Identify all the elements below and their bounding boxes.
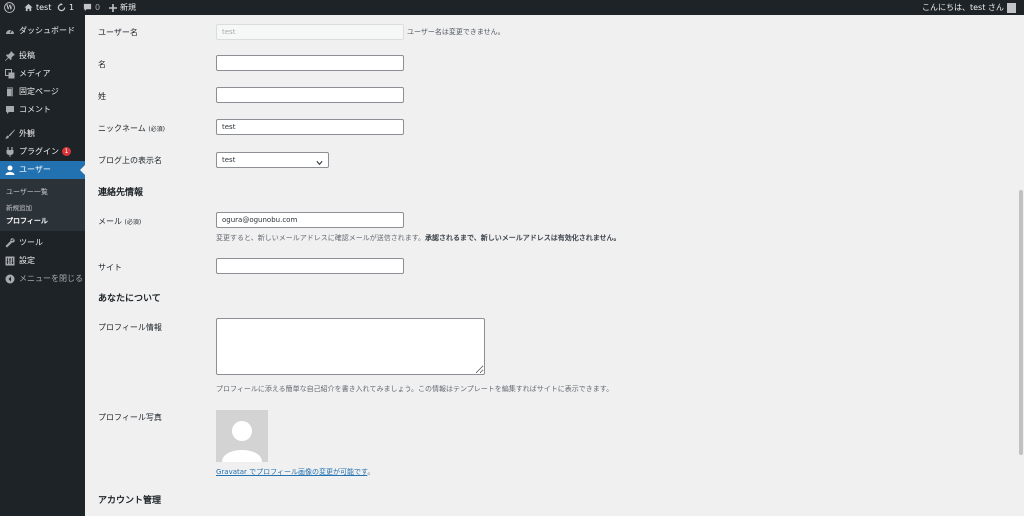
submenu-all-users[interactable]: ユーザー一覧 [6, 187, 48, 197]
first-name-label: 名 [98, 60, 106, 69]
menu-pages[interactable]: 固定ページ [0, 83, 85, 101]
menu-tools[interactable]: ツール [0, 234, 85, 252]
updates-icon [57, 3, 66, 12]
comments-link[interactable]: 0 [83, 0, 100, 15]
page-scrollbar[interactable] [1018, 15, 1024, 516]
menu-label: コメント [19, 105, 51, 114]
menu-media[interactable]: メディア [0, 65, 85, 83]
email-note-bold: 承認されるまで、新しいメールアドレスは有効化されません。 [425, 234, 621, 242]
contact-heading: 連絡先情報 [98, 188, 144, 198]
new-label: 新規 [120, 3, 136, 12]
username-label: ユーザー名 [98, 28, 138, 37]
media-icon [5, 69, 15, 79]
email-note-text: 変更すると、新しいメールアドレスに確認メールが送信されます。 [216, 234, 426, 242]
comments-count: 0 [95, 3, 101, 12]
brush-icon [5, 129, 15, 139]
menu-label: 設定 [19, 256, 35, 265]
new-content-link[interactable]: 新規 [109, 0, 136, 15]
account-heading: アカウント管理 [98, 496, 162, 506]
greeting-text: こんにちは、test さん [922, 3, 1004, 12]
site-name-link[interactable]: test [24, 0, 51, 15]
user-icon [5, 165, 15, 175]
menu-plugins[interactable]: プラグイン 1 [0, 143, 85, 161]
email-label-text: メール [98, 217, 122, 226]
settings-icon [5, 256, 15, 266]
wrench-icon [5, 238, 15, 248]
menu-dashboard[interactable]: ダッシュボード [0, 22, 85, 40]
display-name-label: ブログ上の表示名 [98, 156, 162, 165]
required-marker: (必須) [148, 126, 165, 133]
svg-text:W: W [5, 5, 13, 12]
site-label: サイト [98, 263, 122, 272]
menu-label: ユーザー [19, 165, 51, 174]
menu-label: ダッシュボード [19, 26, 75, 35]
menu-label: 投稿 [19, 51, 35, 60]
menu-posts[interactable]: 投稿 [0, 47, 85, 65]
avatar-small-icon [1006, 2, 1016, 13]
site-input[interactable] [216, 258, 404, 274]
display-name-value: test [222, 156, 236, 164]
menu-label: プラグイン [19, 147, 59, 156]
submenu-add-new[interactable]: 新規追加 [6, 202, 32, 212]
avatar-label: プロフィール写真 [98, 413, 162, 422]
bio-note: プロフィールに添える簡単な自己紹介を書き入れてみましょう。この情報はテンプレート… [216, 385, 614, 393]
scrollbar-thumb[interactable] [1019, 190, 1023, 455]
admin-bar: W test 1 0 新規 こんにちは、test さん [0, 0, 1024, 15]
bio-textarea[interactable] [216, 318, 485, 375]
plus-icon [109, 3, 117, 12]
email-input[interactable] [216, 212, 404, 228]
menu-users[interactable]: ユーザー [0, 161, 85, 179]
updates-link[interactable]: 1 [57, 0, 74, 15]
about-heading: あなたについて [98, 294, 161, 304]
profile-avatar [216, 410, 268, 462]
profile-form: ユーザー名 ユーザー名は変更できません。 名 姓 ニックネーム (必須) ブログ… [85, 15, 1018, 516]
menu-label: メニューを閉じる [19, 274, 83, 283]
plugin-update-badge: 1 [62, 147, 71, 156]
gravatar-suffix: 。 [367, 468, 375, 476]
menu-label: 外観 [19, 129, 35, 138]
comment-bubble-icon [83, 3, 92, 12]
menu-appearance[interactable]: 外観 [0, 125, 85, 143]
nickname-label: ニックネーム (必須) [98, 123, 165, 134]
dashboard-icon [5, 26, 15, 36]
nickname-label-text: ニックネーム [98, 124, 146, 133]
menu-label: 固定ページ [19, 87, 59, 96]
submenu-profile[interactable]: プロフィール [6, 216, 48, 226]
home-icon [24, 3, 33, 12]
email-note: 変更すると、新しいメールアドレスに確認メールが送信されます。承認されるまで、新し… [216, 233, 621, 243]
comment-icon [5, 105, 15, 115]
chevron-down-icon [316, 157, 323, 171]
account-menu[interactable]: こんにちは、test さん [922, 0, 1016, 15]
site-name: test [36, 3, 52, 12]
menu-comments[interactable]: コメント [0, 101, 85, 119]
last-name-label: 姓 [98, 92, 106, 101]
first-name-input[interactable] [216, 55, 404, 71]
users-submenu: ユーザー一覧 新規追加 プロフィール [0, 179, 85, 231]
menu-settings[interactable]: 設定 [0, 252, 85, 270]
required-marker: (必須) [124, 219, 142, 226]
username-input [216, 24, 404, 40]
display-name-select[interactable]: test [216, 152, 329, 168]
nickname-input[interactable] [216, 119, 404, 135]
plugin-icon [5, 147, 15, 157]
bio-label: プロフィール情報 [98, 323, 162, 332]
updates-count: 1 [69, 3, 75, 12]
collapse-icon [5, 274, 15, 284]
page-icon [5, 87, 15, 97]
menu-label: メディア [19, 69, 51, 78]
last-name-input[interactable] [216, 87, 404, 103]
email-label: メール (必須) [98, 216, 141, 227]
default-avatar-icon [216, 410, 268, 462]
username-note: ユーザー名は変更できません。 [407, 28, 505, 36]
admin-sidebar: ダッシュボード 投稿 メディア 固定ページ コメント 外観 プラグイン 1 ユーザ… [0, 15, 85, 516]
wordpress-logo-icon[interactable]: W [4, 0, 15, 15]
menu-collapse[interactable]: メニューを閉じる [0, 270, 85, 288]
gravatar-link[interactable]: Gravatar でプロフィール画像の変更が可能です [216, 468, 367, 476]
menu-label: ツール [19, 238, 43, 247]
pushpin-icon [5, 51, 15, 61]
